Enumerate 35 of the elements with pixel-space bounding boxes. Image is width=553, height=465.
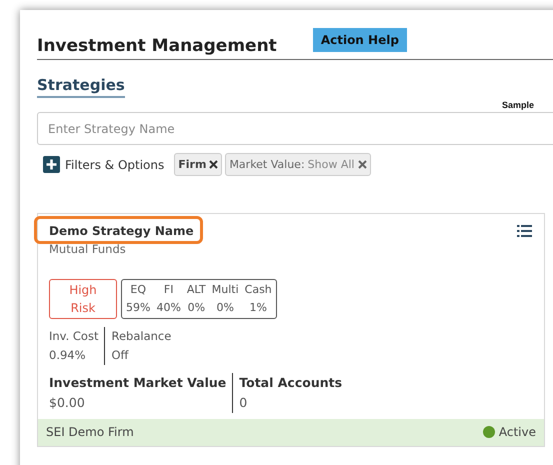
status-label: Active bbox=[498, 425, 536, 439]
filters-button[interactable]: Filters & Options bbox=[43, 156, 164, 173]
close-icon[interactable] bbox=[358, 160, 366, 169]
allocation-label: Multi bbox=[212, 282, 239, 298]
detail-value: 0.94% bbox=[49, 347, 87, 364]
allocation-value: 59% bbox=[126, 300, 150, 316]
action-help-button[interactable]: Action Help bbox=[312, 28, 407, 52]
total-value: $0.00 bbox=[49, 394, 86, 412]
total-label: Total Accounts bbox=[239, 374, 342, 392]
firm-name: SEI Demo Firm bbox=[46, 425, 134, 439]
sample-label: Sample bbox=[502, 100, 534, 110]
list-icon[interactable] bbox=[517, 225, 532, 237]
allocation-value: 0% bbox=[188, 300, 206, 316]
allocation-value: 1% bbox=[249, 300, 267, 316]
strategy-name: Demo Strategy Name bbox=[34, 216, 203, 244]
detail-label: Rebalance bbox=[111, 328, 172, 345]
total-label: Investment Market Value bbox=[49, 374, 226, 392]
filter-chip[interactable]: Market Value: Show All bbox=[225, 153, 370, 176]
allocation-label: EQ bbox=[130, 282, 146, 298]
page-title: Investment Management bbox=[37, 36, 277, 56]
allocation-label: Cash bbox=[244, 282, 272, 298]
allocation-value: 0% bbox=[216, 300, 234, 316]
filter-chip[interactable]: Firm bbox=[174, 153, 222, 176]
allocation-label: ALT bbox=[186, 282, 206, 298]
total-value: 0 bbox=[239, 394, 248, 412]
allocation-label: FI bbox=[164, 282, 174, 298]
strategy-type: Mutual Funds bbox=[49, 242, 127, 256]
plus-icon bbox=[43, 156, 60, 173]
section-title: Strategies bbox=[37, 76, 125, 98]
search-field[interactable]: Enter Strategy Name bbox=[37, 112, 553, 145]
detail-value: Off bbox=[111, 347, 130, 364]
detail-label: Inv. Cost bbox=[49, 328, 98, 345]
allocation-value: 40% bbox=[156, 300, 181, 316]
close-icon[interactable] bbox=[209, 160, 218, 169]
risk-badge: High Risk bbox=[49, 279, 117, 319]
